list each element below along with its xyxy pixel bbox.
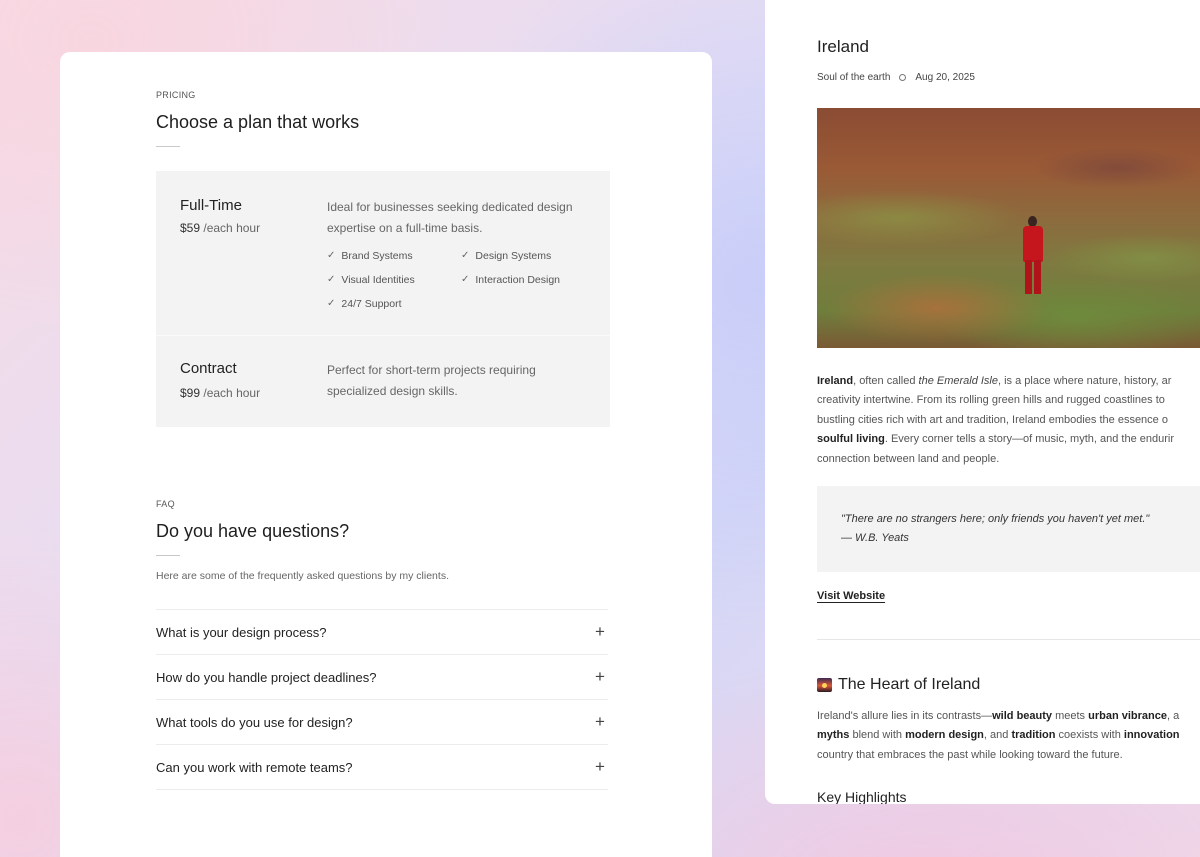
plus-icon[interactable]: + <box>592 712 608 732</box>
check-icon: ✓ <box>327 298 336 309</box>
faq-title-rule <box>156 555 180 556</box>
plus-icon[interactable]: + <box>592 667 608 687</box>
plan-price: $99 /each hour <box>180 386 260 400</box>
plans-list: Full-Time $59 /each hour Ideal for busin… <box>156 171 610 427</box>
plan-price-amount: $59 <box>180 221 201 235</box>
quote-text: "There are no strangers here; only frien… <box>841 513 1150 525</box>
section-heading: The Heart of Ireland <box>817 676 980 694</box>
faq-title: Do you have questions? <box>156 521 350 541</box>
faq-item[interactable]: What is your design process? + <box>156 610 608 655</box>
faq-item[interactable]: How do you handle project deadlines? + <box>156 655 608 700</box>
feature-item: ✓ 24/7 Support <box>327 296 461 311</box>
check-icon: ✓ <box>461 250 470 261</box>
pricing-eyebrow: PRICING <box>156 90 196 100</box>
faq-intro: Here are some of the frequently asked qu… <box>156 570 449 582</box>
plan-price-amount: $99 <box>180 386 201 400</box>
feature-label: Visual Identities <box>341 273 415 286</box>
section-divider <box>817 639 1200 640</box>
article-title: Ireland <box>817 37 869 56</box>
plan-name: Full-Time <box>180 197 242 214</box>
check-icon: ✓ <box>461 274 470 285</box>
plan-contract[interactable]: Contract $99 /each hour Perfect for shor… <box>156 335 610 427</box>
feature-label: Design Systems <box>475 249 552 262</box>
faq-list: What is your design process? + How do you… <box>156 609 608 790</box>
feature-item: ✓ Design Systems <box>461 248 597 263</box>
faq-eyebrow: FAQ <box>156 499 175 509</box>
plan-full-time[interactable]: Full-Time $59 /each hour Ideal for busin… <box>156 171 610 335</box>
pricing-title: Choose a plan that works <box>156 112 360 132</box>
faq-item[interactable]: What tools do you use for design? + <box>156 700 608 745</box>
visit-website-link[interactable]: Visit Website <box>817 590 885 602</box>
faq-question: What tools do you use for design? <box>156 714 353 730</box>
section-heading-text: The Heart of Ireland <box>838 676 981 693</box>
plan-description: Ideal for businesses seeking dedicated d… <box>327 200 573 235</box>
pricing-title-rule <box>156 146 180 147</box>
feature-label: Brand Systems <box>341 249 413 262</box>
blockquote: "There are no strangers here; only frien… <box>817 486 1200 572</box>
faq-item[interactable]: Can you work with remote teams? + <box>156 745 608 790</box>
sunset-emoji-icon <box>817 678 832 692</box>
quote-author: — W.B. Yeats <box>841 532 909 544</box>
plus-icon[interactable]: + <box>592 757 608 777</box>
faq-question: How do you handle project deadlines? <box>156 669 377 685</box>
feature-item: ✓ Brand Systems <box>327 248 461 263</box>
check-icon: ✓ <box>327 274 336 285</box>
key-highlights-heading: Key Highlights <box>817 789 907 804</box>
article-card: Ireland Soul of the earth Aug 20, 2025 I… <box>765 0 1200 804</box>
separator-dot-icon <box>899 74 907 81</box>
plan-features: ✓ Brand Systems ✓ Design Systems ✓ Visual I… <box>327 248 597 311</box>
feature-item: ✓ Visual Identities <box>327 272 461 287</box>
article-hero-image <box>817 108 1200 348</box>
article-meta: Soul of the earth Aug 20, 2025 <box>817 72 975 83</box>
feature-item: ✓ Interaction Design <box>461 272 597 287</box>
plan-price-unit: /each hour <box>203 221 261 235</box>
article-subtitle: Soul of the earth <box>817 72 891 83</box>
faq-question: What is your design process? <box>156 624 327 640</box>
plus-icon[interactable]: + <box>592 622 608 642</box>
person-in-red-figure <box>1019 216 1047 298</box>
article-date: Aug 20, 2025 <box>915 72 975 83</box>
faq-question: Can you work with remote teams? <box>156 759 353 775</box>
plan-price-unit: /each hour <box>203 386 261 400</box>
pricing-card: PRICING Choose a plan that works Full-Ti… <box>60 52 712 857</box>
feature-label: 24/7 Support <box>341 297 402 310</box>
article-intro-paragraph: Ireland, often called the Emerald Isle, … <box>817 375 1175 465</box>
check-icon: ✓ <box>327 250 336 261</box>
feature-label: Interaction Design <box>475 273 561 286</box>
plan-price: $59 /each hour <box>180 221 260 235</box>
plan-description: Perfect for short-term projects requirin… <box>327 363 536 398</box>
plan-name: Contract <box>180 360 237 377</box>
article-section-paragraph: Ireland's allure lies in its contrasts—w… <box>817 710 1180 761</box>
